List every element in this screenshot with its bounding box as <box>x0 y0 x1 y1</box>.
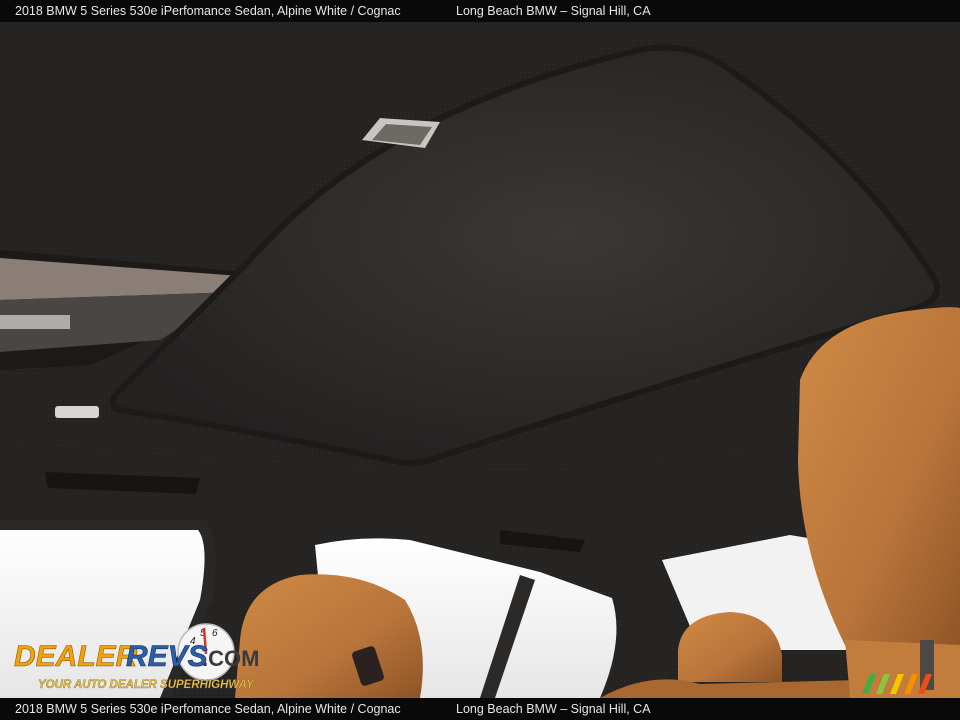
caption-dealer-name: Long Beach BMW – Signal Hill, CA <box>456 4 651 18</box>
caption-vehicle-title: 2018 BMW 5 Series 530e iPerfomance Sedan… <box>15 4 401 18</box>
interior-photo <box>0 0 960 720</box>
caption-vehicle-title-bottom: 2018 BMW 5 Series 530e iPerfomance Sedan… <box>15 702 401 716</box>
stripe-badge-icon <box>862 674 932 694</box>
svg-text:REVS: REVS <box>126 640 208 673</box>
caption-bar-bottom: 2018 BMW 5 Series 530e iPerfomance Sedan… <box>0 698 960 720</box>
svg-text:.COM: .COM <box>202 646 259 671</box>
svg-text:DEALER: DEALER <box>14 640 138 673</box>
caption-dealer-name-bottom: Long Beach BMW – Signal Hill, CA <box>456 702 651 716</box>
dealerrevs-logo: 4 5 6 DEALER REVS .COM YOUR AUTO DEALER … <box>14 623 259 691</box>
svg-text:YOUR AUTO DEALER SUPERHIGHWAY: YOUR AUTO DEALER SUPERHIGHWAY <box>38 679 255 691</box>
photo-viewer: 4 5 6 DEALER REVS .COM YOUR AUTO DEALER … <box>0 0 960 720</box>
caption-bar-top: 2018 BMW 5 Series 530e iPerfomance Sedan… <box>0 0 960 22</box>
svg-text:6: 6 <box>212 628 218 639</box>
